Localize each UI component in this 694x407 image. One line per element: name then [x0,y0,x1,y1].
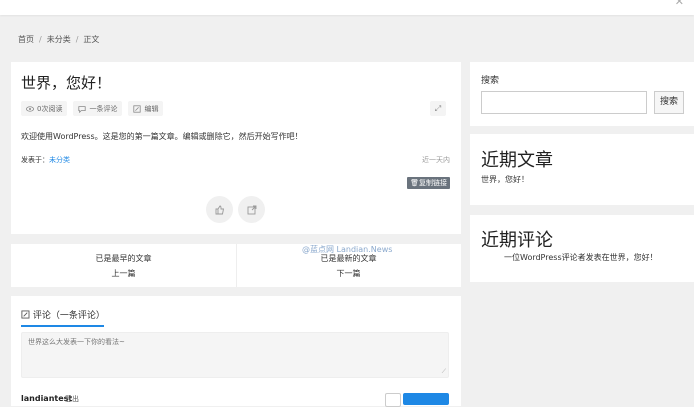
search-button[interactable]: 搜索 [654,91,684,114]
prev-post-note: 已是最早的文章 [95,254,152,263]
share-icon [247,205,256,214]
category-link[interactable]: 未分类 [49,156,70,164]
copy-link-button[interactable]: 🗑复制链接 [407,177,450,189]
like-button[interactable] [206,196,233,223]
recent-comments-title: 近期评论 [481,230,553,251]
edit-icon [133,104,142,113]
comments-chip[interactable]: 一条评论 [73,101,123,116]
search-label: 搜索 [481,76,500,86]
post-meta: 0次阅读 一条评论 编辑 [21,101,164,116]
comment-textarea[interactable]: 世界这么大发表一下你的看法~ ⟋ [21,332,449,378]
edit-label: 编辑 [144,104,159,113]
thumbs-up-icon [215,205,224,214]
breadcrumb-category[interactable]: 未分类 [47,35,71,44]
comments-count: 一条评论 [89,104,118,113]
share-button[interactable] [238,196,265,223]
posted-in: 发表于：未分类 [21,155,70,165]
copy-link-label: 复制链接 [419,179,447,187]
prev-post-label: 上一篇 [111,269,136,278]
recent-comment-item[interactable]: 一位WordPress评论者发表在世界，您好！ [504,252,658,263]
breadcrumb-home[interactable]: 首页 [18,35,34,44]
breadcrumb: 首页 / 未分类 / 正文 [18,34,99,45]
next-post-label: 下一篇 [336,269,361,278]
comments-title: 评论（一条评论） [21,308,105,327]
recent-comments-widget: 近期评论 一位WordPress评论者发表在世界，您好！ [470,215,694,282]
recent-post-link[interactable]: 世界，您好！ [481,174,529,185]
trash-icon: 🗑 [410,179,419,187]
search-widget: 搜索 搜索 [470,62,694,126]
edit-icon [21,310,30,319]
watermark: @蓝点网 Landian.News [302,245,393,254]
post-time: 近一天内 [422,156,450,164]
logout-link[interactable]: 登出 [65,394,79,404]
post-body: 欢迎使用WordPress。这是您的第一篇文章。编辑或删除它，然后开始写作吧！ [21,132,303,141]
close-icon[interactable]: ✕ [675,0,684,8]
expand-icon[interactable]: ⤢ [430,101,446,116]
breadcrumb-separator: / [75,35,79,44]
search-input[interactable] [481,91,647,114]
prev-post-link[interactable]: 已是最早的文章 上一篇 [11,244,236,287]
top-bar: ✕ [0,0,694,15]
recent-posts-widget: 近期文章 世界，您好！ [470,134,694,205]
comment-placeholder: 世界这么大发表一下你的看法~ [28,338,125,346]
posted-in-label: 发表于： [21,156,49,164]
submit-comment-button[interactable] [403,393,449,405]
breadcrumb-separator: / [39,35,42,44]
eye-icon [26,105,34,112]
comments-card: 评论（一条评论） 世界这么大发表一下你的看法~ ⟋ landiantest 登出 [11,296,461,407]
post-navigation: 已是最早的文章 上一篇 已是最新的文章 下一篇 [11,244,461,287]
post-card: 世界，您好！ 0次阅读 一条评论 编辑 ⤢ 欢迎使用WordPress。这是您的… [11,62,461,234]
comments-title-text: 评论（一条评论） [32,311,105,321]
post-title: 世界，您好！ [21,74,112,92]
breadcrumb-current: 正文 [83,35,100,44]
edit-chip[interactable]: 编辑 [128,101,164,116]
views-count: 0次阅读 [37,104,63,113]
resize-handle-icon[interactable]: ⟋ [442,368,446,376]
comment-icon [78,105,87,113]
views-chip: 0次阅读 [21,101,68,116]
emoji-button[interactable] [385,393,401,407]
recent-posts-title: 近期文章 [481,150,553,171]
